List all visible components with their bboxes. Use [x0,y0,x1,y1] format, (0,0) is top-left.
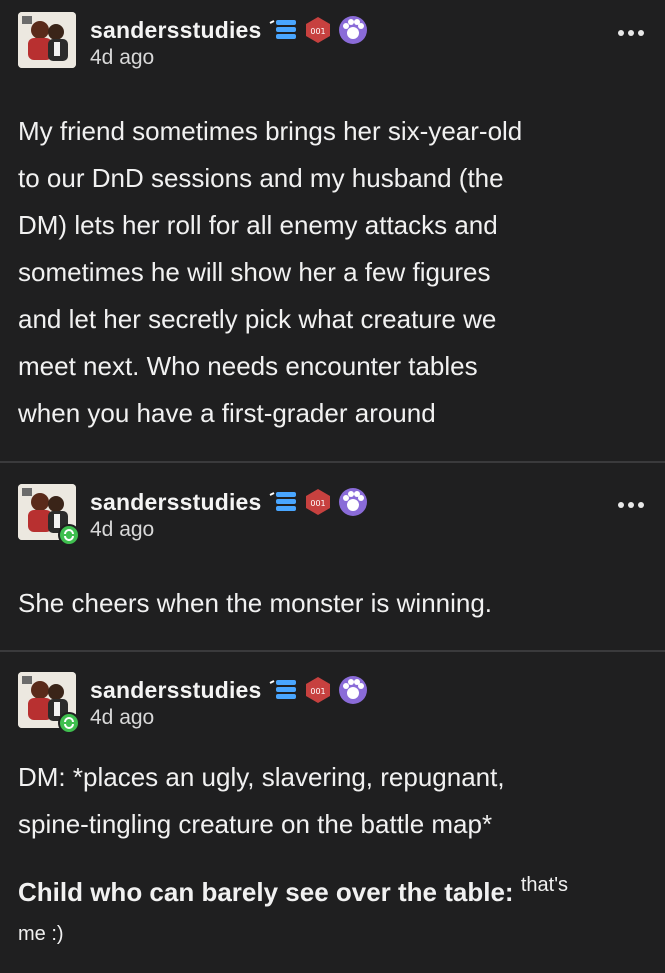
small-text: me :) [18,923,64,945]
post-3-followup: Child who can barely see over the table:… [18,864,648,962]
more-options-icon[interactable] [618,30,644,36]
stack-badge-icon[interactable] [268,678,298,702]
paw-badge-icon[interactable] [338,487,368,517]
timestamp: 4d ago [90,518,155,541]
hex-badge-icon[interactable]: 001 [304,16,332,44]
timestamp: 4d ago [90,46,155,69]
paw-badge-icon[interactable] [338,15,368,45]
post-text-line: spine-tingling creature on the battle ma… [18,809,493,839]
post-text-line: to our DnD sessions and my husband (the [18,163,504,193]
post-3-body: DM: *places an ugly, slavering, repugnan… [18,754,648,848]
hex-badge-label: 001 [310,27,325,36]
reblog-icon [58,712,80,734]
post-text-line: DM) lets her roll for all enemy attacks … [18,210,498,240]
hex-badge-label: 001 [310,687,325,696]
paw-badge-icon[interactable] [338,675,368,705]
post-divider [0,461,665,463]
post-text-line: when you have a first-grader around [18,398,436,428]
post-3-header: sandersstudies 001 4d ago [18,672,648,734]
post-2-body: She cheers when the monster is winning. [18,580,648,627]
post-3-name-row: sandersstudies 001 [90,674,368,706]
post-divider [0,650,665,652]
post-text-line: and let her secretly pick what creature … [18,304,497,334]
avatar-icon[interactable] [18,12,76,68]
post-2-header: sandersstudies 001 4d ago [18,484,648,546]
hex-badge-icon[interactable]: 001 [304,676,332,704]
hex-badge-icon[interactable]: 001 [304,488,332,516]
post-text-line: sometimes he will show her a few figures [18,257,491,287]
post-2-name-row: sandersstudies 001 [90,486,368,518]
reblog-icon [58,524,80,546]
post-1-body: My friend sometimes brings her six-year-… [18,108,648,437]
stack-badge-icon[interactable] [268,490,298,514]
post-text-line: She cheers when the monster is winning. [18,588,493,618]
post-text-line: meet next. Who needs encounter tables [18,351,478,381]
post-text-line: DM: *places an ugly, slavering, repugnan… [18,762,505,792]
username[interactable]: sandersstudies [90,489,262,516]
bold-statement: Child who can barely see over the table: [18,877,514,907]
timestamp: 4d ago [90,706,155,729]
post-followup-line: Child who can barely see over the table:… [18,864,648,913]
stack-badge-icon[interactable] [268,18,298,42]
post-text-line: My friend sometimes brings her six-year-… [18,116,523,146]
username[interactable]: sandersstudies [90,677,262,704]
hex-badge-label: 001 [310,499,325,508]
post-1-header: sandersstudies 001 4d ago [18,12,648,69]
small-text: that's [520,874,569,896]
more-options-icon[interactable] [618,502,644,508]
username[interactable]: sandersstudies [90,17,262,44]
post-1-name-row: sandersstudies 001 [90,14,368,46]
post-followup-line-2: me :) [18,913,648,962]
